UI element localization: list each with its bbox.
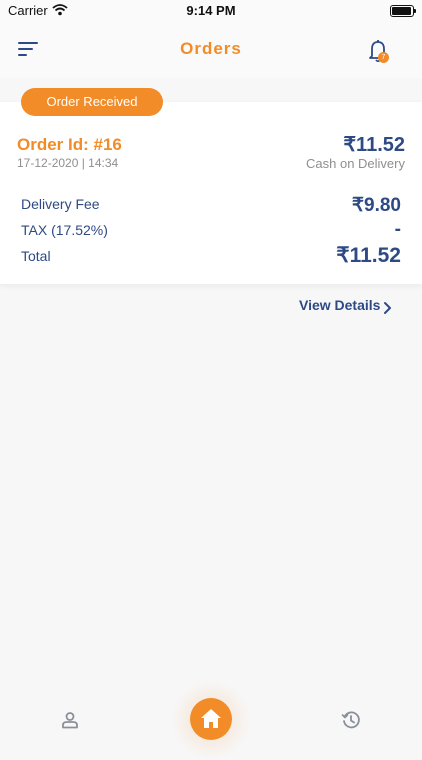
clock: 9:14 PM — [186, 3, 236, 18]
order-amount: ₹11.52 — [343, 134, 405, 156]
order-card[interactable]: Order Id: #16 17-12-2020 | 14:34 ₹11.52 … — [0, 102, 422, 284]
home-button[interactable] — [190, 698, 232, 740]
total-value: ₹11.52 — [336, 244, 401, 267]
chevron-right-icon[interactable] — [383, 301, 393, 315]
notification-badge: 7 — [378, 52, 389, 63]
navigation-bar: Orders 7 — [0, 22, 422, 78]
order-id: Order Id: #16 — [17, 135, 122, 154]
order-date: 17-12-2020 | 14:34 — [17, 156, 119, 170]
profile-icon[interactable] — [61, 711, 79, 729]
total-label: Total — [21, 248, 51, 264]
view-details-link[interactable]: View Details — [299, 297, 380, 313]
tax-label: TAX (17.52%) — [21, 222, 108, 238]
battery-icon — [390, 5, 416, 17]
order-status-badge: Order Received — [21, 88, 163, 116]
status-bar: Carrier 9:14 PM — [0, 0, 422, 22]
delivery-fee-value: ₹9.80 — [351, 195, 401, 216]
notification-bell-icon[interactable] — [364, 36, 392, 66]
history-icon[interactable] — [341, 710, 361, 730]
payment-method: Cash on Delivery — [306, 156, 405, 171]
page-title: Orders — [180, 39, 242, 58]
home-icon — [201, 709, 221, 728]
tax-value: - — [394, 219, 401, 240]
delivery-fee-label: Delivery Fee — [21, 196, 100, 212]
